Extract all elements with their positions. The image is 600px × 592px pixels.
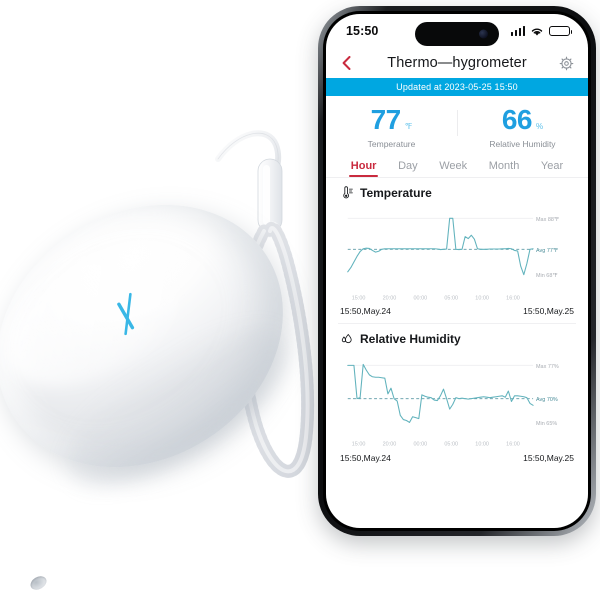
- temperature-unit: ℉: [404, 122, 413, 131]
- last-updated-text: Updated at 2023-05-25 15:50: [396, 82, 518, 92]
- svg-text:15:00: 15:00: [352, 442, 366, 448]
- svg-text:10:00: 10:00: [475, 442, 489, 448]
- back-chevron-icon: [342, 56, 351, 70]
- temperature-label: Temperature: [367, 139, 416, 149]
- humidity-range-start: 15:50,May.24: [340, 452, 391, 463]
- humidity-line-chart: Max 77% Avg 70% Min 65% 15:00 20:00 00:00 05:0…: [347, 364, 559, 448]
- device-port: [28, 573, 49, 592]
- phone-screen: 15:50 Thermo—hygrometer Updated at 2023-…: [326, 14, 588, 528]
- screenshot-stage: 15:50 Thermo—hygrometer Updated at 2023-…: [0, 0, 600, 592]
- temperature-value: 77: [370, 104, 402, 135]
- status-bar-time: 15:50: [346, 24, 379, 38]
- svg-text:20:00: 20:00: [383, 442, 397, 448]
- temperature-chart-header: Temperature: [326, 186, 588, 204]
- svg-text:16:00: 16:00: [506, 442, 520, 448]
- device-shadow: [43, 297, 310, 515]
- humidity-chart-header: Relative Humidity: [326, 332, 588, 350]
- humidity-date-range: 15:50,May.24 15:50,May.25: [326, 453, 588, 463]
- tab-year[interactable]: Year: [539, 157, 565, 177]
- svg-text:Avg 77℉: Avg 77℉: [536, 248, 558, 254]
- humidity-chart-plot[interactable]: Max 77% Avg 70% Min 65% 15:00 20:00 00:00 05:0…: [326, 350, 588, 451]
- temperature-line-chart: Max 88℉ Avg 77℉ Min 68℉ 15:00 20:00 00:00 05:0…: [347, 217, 559, 302]
- temperature-range-end: 15:50,May.25: [523, 306, 574, 317]
- svg-text:16:00: 16:00: [506, 296, 520, 302]
- svg-text:20:00: 20:00: [383, 296, 397, 302]
- page-title: Thermo—hygrometer: [387, 55, 527, 71]
- svg-text:Min 68℉: Min 68℉: [536, 273, 558, 279]
- humidity-label: Relative Humidity: [489, 139, 556, 149]
- last-updated-banner: Updated at 2023-05-25 15:50: [326, 78, 588, 96]
- temperature-chart-card: Temperature Max 88℉ Avg 77℉ Min 68℉ 15:00 20…: [326, 178, 588, 320]
- time-range-tabs: Hour Day Week Month Year: [326, 154, 588, 178]
- gear-icon: [559, 56, 574, 70]
- svg-text:Max 77%: Max 77%: [536, 364, 559, 370]
- tab-month[interactable]: Month: [487, 157, 522, 177]
- humidity-range-end: 15:50,May.25: [523, 452, 574, 463]
- temperature-chart-title: Temperature: [360, 186, 432, 200]
- cellular-signal-icon: [510, 26, 525, 36]
- status-bar: 15:50: [326, 14, 588, 48]
- svg-text:15:00: 15:00: [352, 296, 366, 302]
- svg-text:00:00: 00:00: [414, 442, 428, 448]
- svg-text:Max 88℉: Max 88℉: [536, 217, 559, 223]
- device-body: [0, 152, 333, 520]
- temperature-date-range: 15:50,May.24 15:50,May.25: [326, 306, 588, 316]
- status-bar-indicators: [510, 25, 573, 37]
- phone-mockup: 15:50 Thermo—hygrometer Updated at 2023-…: [318, 6, 596, 536]
- svg-text:00:00: 00:00: [414, 296, 428, 302]
- thermometer-icon: [343, 186, 353, 199]
- humidity-value: 66: [501, 104, 533, 135]
- tab-day[interactable]: Day: [396, 157, 420, 177]
- phone-bezel: 15:50 Thermo—hygrometer Updated at 2023-…: [323, 11, 591, 531]
- svg-text:Avg 70%: Avg 70%: [536, 398, 558, 404]
- back-button[interactable]: [340, 56, 353, 70]
- humidity-reading: 66 % Relative Humidity: [457, 104, 588, 150]
- tab-week[interactable]: Week: [437, 157, 469, 177]
- wifi-icon: [531, 28, 543, 36]
- temperature-chart-plot[interactable]: Max 88℉ Avg 77℉ Min 68℉ 15:00 20:00 00:00 05:0…: [326, 204, 588, 305]
- device-highlight: [0, 214, 209, 416]
- humidity-unit: %: [536, 122, 544, 131]
- settings-button[interactable]: [559, 56, 574, 71]
- humidity-chart-title: Relative Humidity: [360, 332, 461, 347]
- svg-text:Min 65%: Min 65%: [536, 421, 557, 427]
- svg-text:05:00: 05:00: [444, 442, 458, 448]
- humidity-drop-icon: [341, 334, 352, 344]
- readings-divider: [457, 110, 458, 136]
- battery-icon: [549, 25, 573, 37]
- temperature-range-start: 15:50,May.24: [340, 306, 391, 317]
- app-navigation-bar: Thermo—hygrometer: [326, 48, 588, 78]
- humidity-chart-card: Relative Humidity Max 77% Avg 70% Min 65% 1…: [326, 324, 588, 466]
- temperature-reading: 77 ℉ Temperature: [326, 104, 457, 150]
- product-device: [0, 95, 333, 592]
- current-readings: 77 ℉ Temperature 66 % Relative Humidity: [326, 96, 588, 154]
- svg-text:05:00: 05:00: [444, 296, 458, 302]
- tab-hour[interactable]: Hour: [348, 157, 379, 177]
- svg-text:10:00: 10:00: [475, 296, 489, 302]
